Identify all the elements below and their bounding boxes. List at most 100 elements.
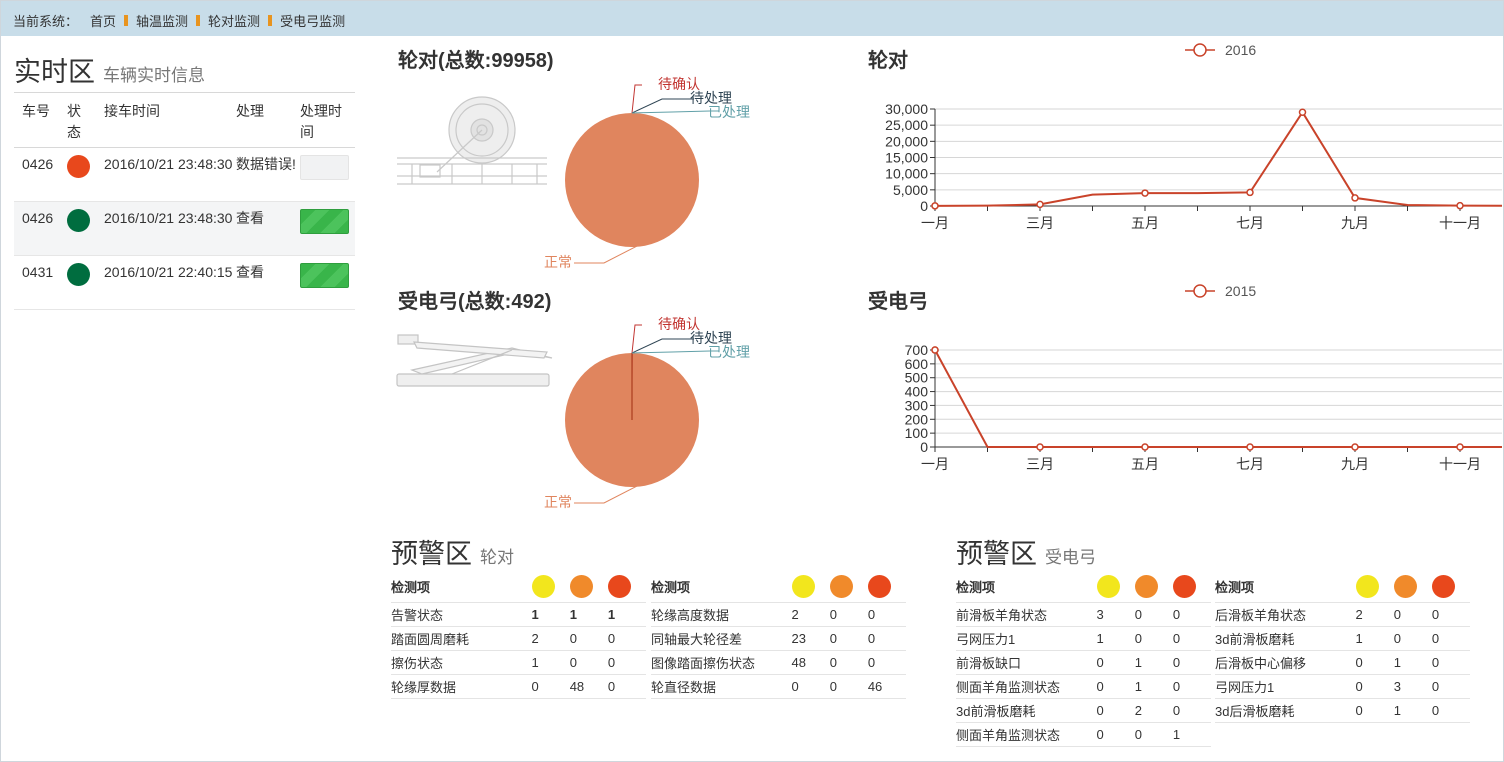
y-tick-label: 700 bbox=[905, 342, 929, 358]
warn-row[interactable]: 侧面羊角监测状态 0 0 1 bbox=[956, 722, 1211, 747]
data-point[interactable] bbox=[1141, 189, 1149, 197]
check-item-header: 检测项 bbox=[1215, 580, 1255, 595]
data-point[interactable] bbox=[1246, 443, 1254, 451]
warn-row[interactable]: 3d前滑板磨耗 0 2 0 bbox=[956, 698, 1211, 723]
warn-row[interactable]: 前滑板缺口 0 1 0 bbox=[956, 650, 1211, 675]
data-point[interactable] bbox=[1456, 201, 1464, 210]
process-button[interactable] bbox=[300, 263, 349, 288]
level-count: 0 bbox=[1172, 650, 1211, 675]
crumb-axle-temp[interactable]: 轴温监测 bbox=[136, 11, 188, 30]
data-point[interactable] bbox=[1036, 443, 1044, 451]
legend-label[interactable]: 2016 bbox=[1225, 42, 1256, 58]
process-button[interactable] bbox=[300, 209, 349, 234]
level-header bbox=[607, 571, 646, 603]
check-item-name: 踏面圆周磨耗 bbox=[391, 626, 532, 651]
data-point[interactable] bbox=[931, 202, 939, 210]
wheel-pie-title: 轮对(总数:99958) bbox=[398, 50, 554, 72]
warn-row[interactable]: 弓网压力1 0 3 0 bbox=[1215, 674, 1470, 699]
level-header bbox=[531, 571, 570, 603]
crumb-home[interactable]: 首页 bbox=[90, 11, 116, 30]
data-point-peak[interactable] bbox=[1298, 108, 1307, 116]
data-point[interactable] bbox=[1141, 443, 1149, 451]
warn-panto-subtitle: 受电弓 bbox=[1045, 548, 1096, 567]
warn-wheel-table-left: 检测项 告警状态 1 1 1 踏面圆周磨耗 2 0 0 擦伤状态 1 0 0 轮缘厚数据 0 48 0 bbox=[391, 571, 646, 699]
level-count: 2 bbox=[531, 626, 570, 651]
action-text: 数据错误! bbox=[236, 156, 296, 172]
warn-row[interactable]: 擦伤状态 1 0 0 bbox=[391, 650, 646, 675]
warn-row[interactable]: 轮直径数据 0 0 46 bbox=[651, 674, 906, 699]
legend-label[interactable]: 2015 bbox=[1225, 283, 1256, 299]
level-count: 1 bbox=[1134, 650, 1173, 675]
view-link[interactable]: 查看 bbox=[236, 202, 300, 256]
crumb-pantograph[interactable]: 受电弓监测 bbox=[280, 11, 345, 30]
realtime-row[interactable]: 0431 2016/10/21 22:40:15 查看 bbox=[14, 256, 355, 310]
x-tick-label: 三月 bbox=[1026, 456, 1054, 472]
data-point[interactable] bbox=[1036, 200, 1044, 209]
x-tick-label: 七月 bbox=[1236, 215, 1264, 231]
level-count: 0 bbox=[607, 674, 646, 699]
warn-row[interactable]: 后滑板羊角状态 2 0 0 bbox=[1215, 602, 1470, 627]
warn-row[interactable]: 弓网压力1 1 0 0 bbox=[956, 626, 1211, 651]
warn-row[interactable]: 同轴最大轮径差 23 0 0 bbox=[651, 626, 906, 651]
warn-row[interactable]: 轮缘高度数据 2 0 0 bbox=[651, 602, 906, 627]
level-count: 0 bbox=[1431, 698, 1470, 723]
check-item-name: 3d后滑板磨耗 bbox=[1215, 698, 1356, 723]
warn-row[interactable]: 踏面圆周磨耗 2 0 0 bbox=[391, 626, 646, 651]
level-count: 0 bbox=[1172, 698, 1211, 723]
car-number: 0431 bbox=[22, 264, 54, 280]
process-button-empty[interactable] bbox=[300, 155, 349, 180]
level-header bbox=[569, 571, 608, 603]
check-item-name: 轮直径数据 bbox=[651, 674, 792, 699]
level-count: 0 bbox=[1096, 722, 1135, 747]
legend-marker-icon[interactable] bbox=[1193, 43, 1207, 57]
red-level-icon bbox=[1431, 575, 1455, 598]
warn-row[interactable]: 后滑板中心偏移 0 1 0 bbox=[1215, 650, 1470, 675]
level-count: 0 bbox=[1431, 602, 1470, 627]
y-tick-label: 15,000 bbox=[885, 150, 928, 166]
realtime-title-text: 实时区 bbox=[14, 57, 95, 87]
arrival-time: 2016/10/21 22:40:15 bbox=[104, 264, 233, 280]
check-item-name: 侧面羊角监测状态 bbox=[956, 722, 1097, 747]
warn-row[interactable]: 3d后滑板磨耗 0 1 0 bbox=[1215, 698, 1470, 723]
level-count: 0 bbox=[1172, 602, 1211, 627]
warn-row[interactable]: 3d前滑板磨耗 1 0 0 bbox=[1215, 626, 1470, 651]
x-tick-label: 五月 bbox=[1131, 215, 1159, 231]
warn-row[interactable]: 图像踏面擦伤状态 48 0 0 bbox=[651, 650, 906, 675]
pie-label-leader bbox=[631, 338, 694, 354]
realtime-row[interactable]: 0426 2016/10/21 23:48:30 查看 bbox=[14, 201, 355, 256]
legend-marker-icon[interactable] bbox=[1193, 284, 1207, 298]
level-count: 1 bbox=[1134, 674, 1173, 699]
level-count: 1 bbox=[1172, 722, 1211, 747]
level-count: 0 bbox=[531, 674, 570, 699]
data-point[interactable] bbox=[1246, 188, 1254, 197]
warn-row[interactable]: 前滑板羊角状态 3 0 0 bbox=[956, 602, 1211, 627]
pie-label-leader bbox=[574, 485, 638, 504]
warn-panto-table-left: 检测项 前滑板羊角状态 3 0 0 弓网压力1 1 0 0 前滑板缺口 0 1 0 侧面羊角监测状态 0 1 0… bbox=[956, 571, 1211, 747]
data-point[interactable] bbox=[1351, 194, 1359, 202]
level-count: 0 bbox=[1355, 674, 1394, 699]
crumb-wheelset[interactable]: 轮对监测 bbox=[208, 11, 260, 30]
level-count: 3 bbox=[1393, 674, 1432, 699]
x-tick-label: 三月 bbox=[1026, 215, 1054, 231]
pie-label-leader bbox=[631, 110, 711, 114]
warn-row[interactable]: 轮缘厚数据 0 48 0 bbox=[391, 674, 646, 699]
view-link[interactable]: 查看 bbox=[236, 256, 300, 310]
x-tick-label: 九月 bbox=[1341, 215, 1369, 231]
header-process-time-text: 处理时间 bbox=[300, 103, 342, 140]
data-point[interactable] bbox=[1456, 443, 1464, 451]
data-point[interactable] bbox=[1351, 443, 1359, 451]
status-cell bbox=[67, 256, 104, 310]
arrival-time: 2016/10/21 23:48:30 bbox=[104, 210, 233, 226]
data-point-peak[interactable] bbox=[931, 346, 939, 354]
status-cell bbox=[67, 148, 104, 202]
level-count: 1 bbox=[531, 650, 570, 675]
realtime-row[interactable]: 0426 2016/10/21 23:48:30 数据错误! bbox=[14, 148, 355, 202]
warn-row[interactable]: 侧面羊角监测状态 0 1 0 bbox=[956, 674, 1211, 699]
car-number: 0426 bbox=[22, 210, 54, 226]
check-item-name: 前滑板羊角状态 bbox=[956, 602, 1097, 627]
warn-row[interactable]: 告警状态 1 1 1 bbox=[391, 602, 646, 627]
level-count: 0 bbox=[1172, 626, 1211, 651]
status-dot-icon bbox=[67, 155, 90, 178]
pie-slice-normal[interactable] bbox=[565, 113, 699, 247]
orange-level-icon bbox=[569, 575, 593, 598]
